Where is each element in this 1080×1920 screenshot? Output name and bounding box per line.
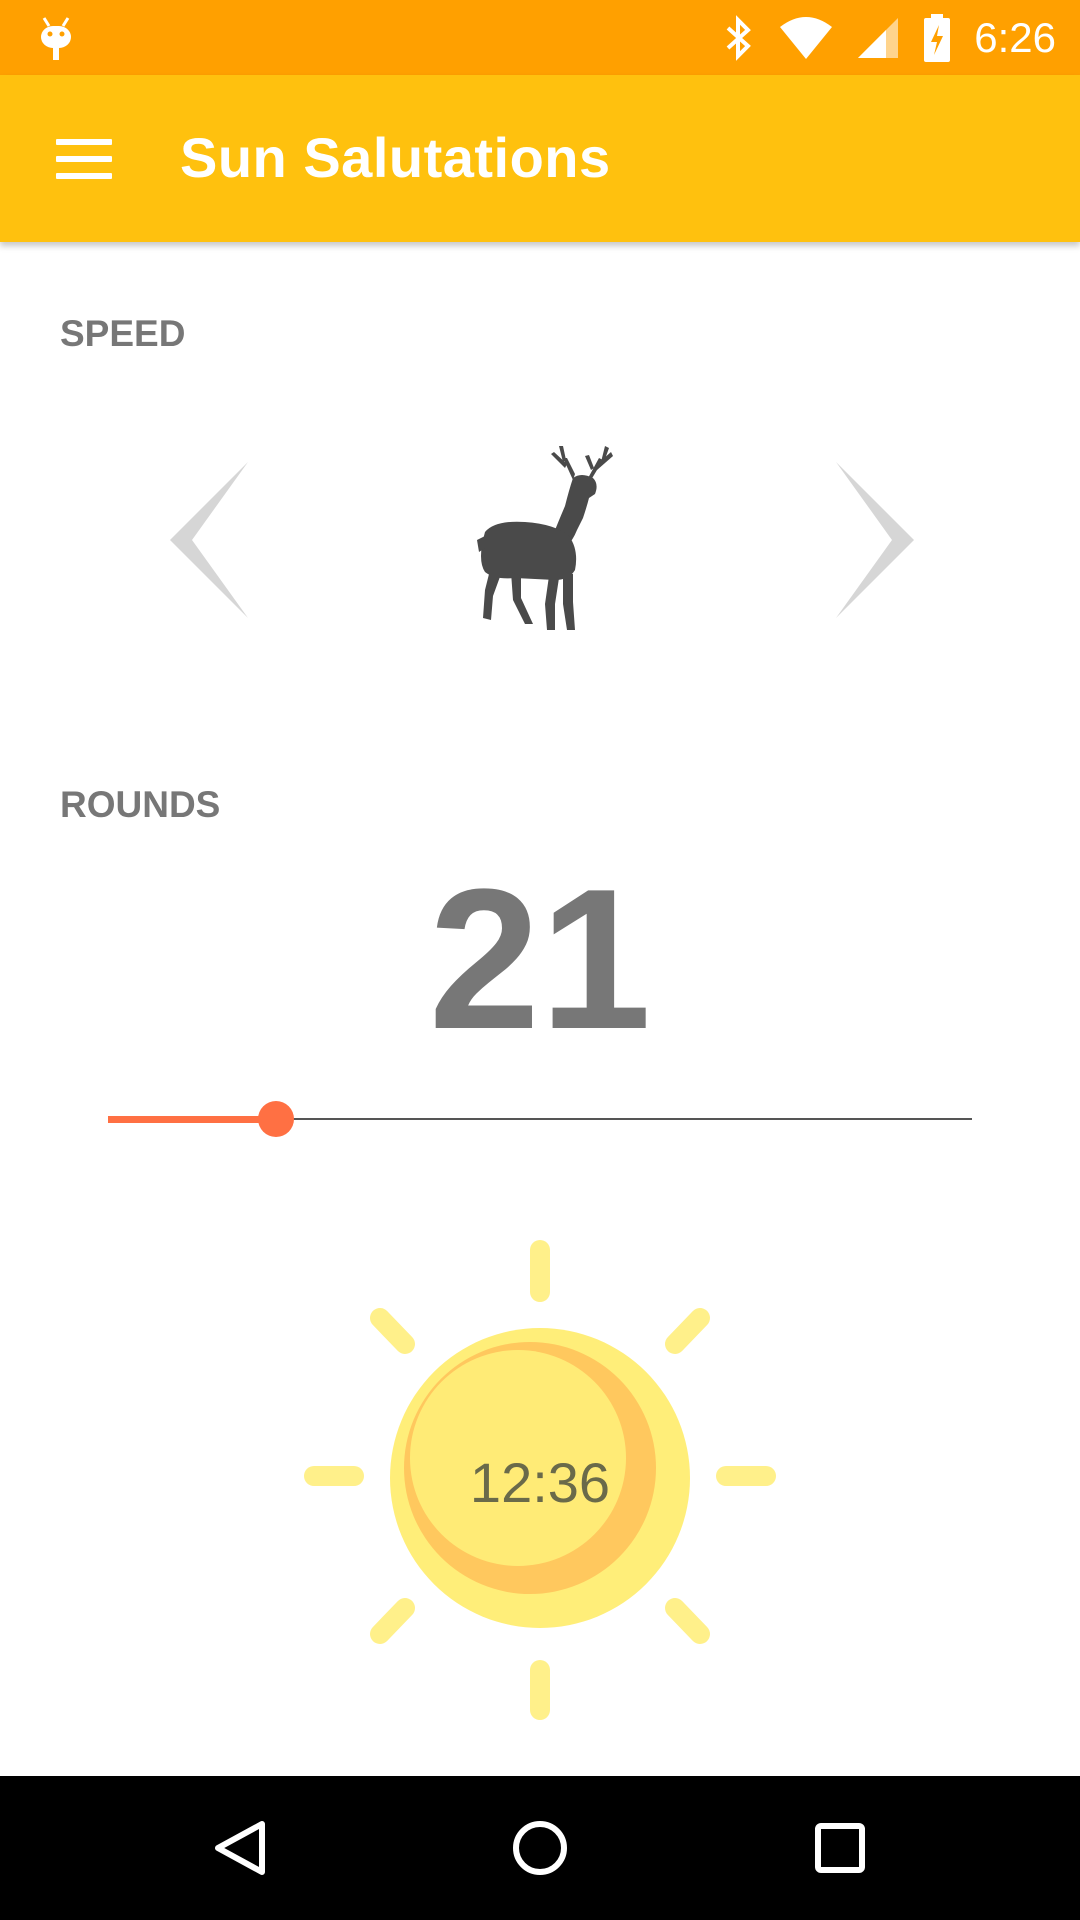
deer-icon xyxy=(477,446,613,630)
app-title: Sun Salutations xyxy=(180,126,611,189)
wifi-icon xyxy=(780,16,833,59)
rounds-value: 21 xyxy=(428,848,652,1071)
speed-label: SPEED xyxy=(60,313,186,354)
status-bar: 6:26 xyxy=(0,0,1080,75)
bluetooth-icon xyxy=(726,14,752,61)
back-icon[interactable] xyxy=(188,1796,292,1900)
recents-icon[interactable] xyxy=(788,1796,892,1900)
chevron-left-icon[interactable] xyxy=(168,460,258,620)
battery-charging-icon xyxy=(924,13,951,62)
navigation-bar xyxy=(0,1776,1080,1920)
slider-fill xyxy=(108,1116,276,1123)
sun-timer[interactable]: 12:36 xyxy=(290,1240,790,1720)
rounds-slider[interactable] xyxy=(108,1100,972,1138)
status-clock: 6:26 xyxy=(974,13,1056,61)
app-bar: Sun Salutations xyxy=(0,75,1080,242)
timer-value: 12:36 xyxy=(469,1451,611,1514)
home-icon[interactable] xyxy=(488,1796,592,1900)
rounds-label: ROUNDS xyxy=(60,784,221,825)
android-icon xyxy=(41,17,71,60)
slider-thumb[interactable] xyxy=(258,1101,294,1137)
menu-icon[interactable] xyxy=(44,119,124,199)
cell-signal-icon xyxy=(858,17,899,58)
chevron-right-icon[interactable] xyxy=(826,460,916,620)
